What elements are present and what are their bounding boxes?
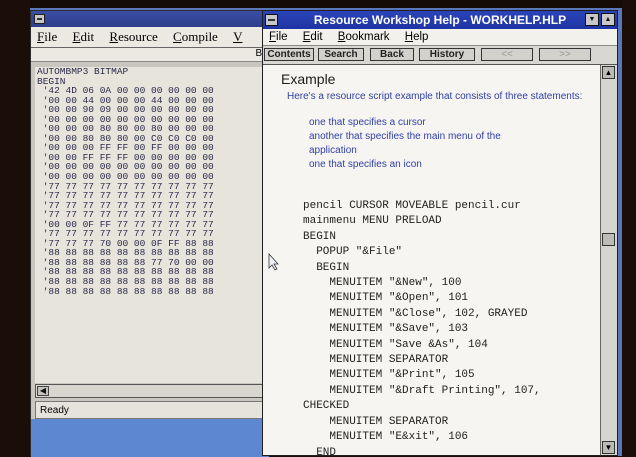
help-menu-bookmark[interactable]: Bookmark (332, 29, 396, 45)
example-code-line: MENUITEM "&Save", 103 (303, 323, 469, 336)
menu-compile[interactable]: Compile (167, 27, 224, 45)
minimize-button[interactable]: ▼ (585, 13, 599, 26)
screen-bezel-top (0, 0, 636, 8)
example-code-line: mainmenu MENU PRELOAD (303, 215, 442, 228)
scroll-thumb[interactable] (602, 233, 615, 246)
system-menu-icon[interactable] (34, 14, 45, 24)
browse-back-button[interactable]: << (481, 48, 533, 61)
topic-bullet-2: another that specifies the main menu of … (309, 131, 501, 142)
browse-forward-button[interactable]: >> (539, 48, 591, 61)
editor-titlebar (31, 11, 269, 27)
example-code-line: CHECKED (303, 400, 350, 413)
topic-bullet-1: one that specifies a cursor (309, 117, 426, 128)
history-button[interactable]: History (419, 48, 475, 61)
help-system-menu-icon[interactable] (265, 14, 278, 26)
topic-bullet-3: one that specifies an icon (309, 159, 422, 170)
menu-file[interactable]: File (31, 27, 63, 45)
menu-edit[interactable]: Edit (66, 27, 100, 45)
contents-button[interactable]: Contents (264, 48, 314, 61)
maximize-button[interactable]: ▲ (601, 13, 615, 26)
example-code-line: MENUITEM "&Print", 105 (303, 369, 475, 382)
help-menubar: File Edit Bookmark Help (263, 29, 617, 45)
example-code-line: pencil CURSOR MOVEABLE pencil.cur (303, 200, 521, 212)
editor-lower-area (31, 419, 269, 457)
status-text: Ready (40, 405, 69, 416)
bitmap-code-editor[interactable]: AUTOMBMP3 BITMAP BEGIN '42 4D 06 0A 00 00… (35, 67, 267, 383)
topic-bullet-2-cont: application (309, 145, 357, 156)
example-code-block: pencil CURSOR MOVEABLE pencil.cur mainmen… (303, 199, 541, 455)
status-bar: Ready (35, 401, 265, 419)
help-button-bar: Contents Search Back History << >> (263, 45, 617, 65)
menu-view[interactable]: V (227, 27, 248, 45)
back-button[interactable]: Back (370, 48, 414, 61)
editor-menubar: File Edit Resource Compile V (31, 27, 269, 48)
mouse-pointer-icon (268, 253, 279, 271)
search-button[interactable]: Search (318, 48, 364, 61)
example-code-line: MENUITEM "&New", 100 (303, 277, 462, 290)
example-code-line: MENUITEM "&Draft Printing", 107, (303, 384, 541, 397)
example-code-line: MENUITEM SEPARATOR (303, 415, 449, 428)
editor-code-line: '88 88 88 88 88 88 88 88 88 88 (37, 285, 214, 297)
vertical-scrollbar[interactable]: ▲ ▼ (600, 65, 617, 455)
example-code-line: MENUITEM "Save &As", 104 (303, 338, 488, 351)
help-menu-file[interactable]: File (263, 29, 294, 45)
example-code-line: BEGIN (303, 261, 350, 274)
resource-editor-window: File Edit Resource Compile V BI AUTOMBMP… (30, 10, 270, 457)
menu-resource[interactable]: Resource (103, 27, 163, 45)
editor-subbar: BI (31, 48, 269, 62)
help-menu-help[interactable]: Help (399, 29, 435, 45)
help-titlebar: Resource Workshop Help - WORKHELP.HLP ▼ … (263, 11, 617, 29)
scroll-left-arrow-icon[interactable]: ◀ (37, 386, 49, 396)
horizontal-scrollbar[interactable]: ◀ (35, 384, 265, 398)
help-menu-edit[interactable]: Edit (297, 29, 329, 45)
help-title: Resource Workshop Help - WORKHELP.HLP (313, 13, 567, 27)
example-code-line: MENUITEM "&Open", 101 (303, 292, 469, 305)
example-code-line: END (303, 446, 337, 456)
help-window: Resource Workshop Help - WORKHELP.HLP ▼ … (262, 10, 618, 456)
screen-bezel-left (0, 0, 30, 456)
example-code-line: MENUITEM "&Close", 102, GRAYED (303, 307, 528, 320)
example-code-line: POPUP "&File" (303, 246, 403, 259)
scroll-up-arrow-icon[interactable]: ▲ (602, 66, 615, 79)
help-content: Example Here's a resource script example… (263, 65, 601, 455)
example-code-line: BEGIN (303, 230, 337, 243)
topic-heading: Example (281, 71, 336, 87)
example-code-line: MENUITEM "E&xit", 106 (303, 431, 469, 444)
editor-code-line: AUTOMBMP3 BITMAP (37, 67, 129, 77)
topic-intro: Here's a resource script example that co… (287, 91, 583, 102)
scroll-down-arrow-icon[interactable]: ▼ (602, 441, 615, 454)
example-code-line: MENUITEM SEPARATOR (303, 354, 449, 367)
screen-bezel-right (622, 0, 636, 456)
